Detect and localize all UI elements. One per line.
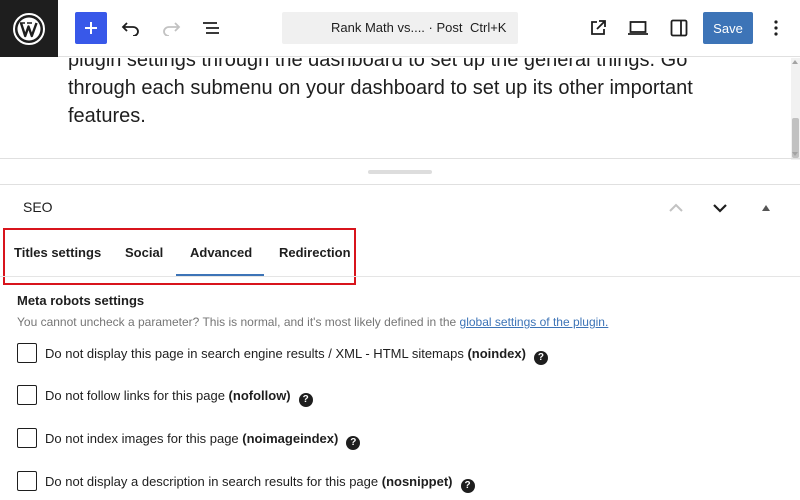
option-text: Do not display a description in search r… xyxy=(45,474,382,489)
divider xyxy=(0,158,800,159)
meta-box-resize-handle[interactable] xyxy=(368,170,432,174)
divider xyxy=(0,276,800,277)
view-post-button[interactable] xyxy=(585,12,611,44)
editor-toolbar: Rank Math vs.... · Post Ctrl+K Save xyxy=(0,0,800,57)
editor-scrollbar[interactable] xyxy=(791,58,800,160)
help-icon[interactable]: ? xyxy=(533,351,548,365)
plus-icon xyxy=(85,22,97,34)
list-view-icon xyxy=(203,22,219,34)
paragraph-block[interactable]: plugin settings through the dashboard to… xyxy=(68,58,728,130)
meta-robots-description: You cannot uncheck a parameter? This is … xyxy=(17,315,608,329)
undo-icon xyxy=(121,22,139,36)
tab-redirection[interactable]: Redirection xyxy=(279,245,351,260)
save-button[interactable]: Save xyxy=(703,12,753,44)
global-settings-link[interactable]: global settings of the plugin. xyxy=(460,315,609,329)
noindex-checkbox[interactable] xyxy=(17,343,37,363)
option-key: (noindex) xyxy=(467,346,526,361)
help-icon[interactable]: ? xyxy=(460,479,475,493)
seo-panel-title[interactable]: SEO xyxy=(23,199,53,215)
caret-up-icon xyxy=(762,205,770,211)
command-palette-bar[interactable]: Rank Math vs.... · Post Ctrl+K xyxy=(282,12,518,44)
meta-robots-heading: Meta robots settings xyxy=(17,293,145,308)
nofollow-checkbox[interactable] xyxy=(17,385,37,405)
preview-button[interactable] xyxy=(625,12,651,44)
document-overview-button[interactable] xyxy=(195,12,227,44)
sidebar-icon xyxy=(670,19,688,37)
tab-advanced[interactable]: Advanced xyxy=(190,245,252,260)
editor-canvas[interactable]: plugin settings through the dashboard to… xyxy=(0,58,790,158)
option-key: (noimageindex) xyxy=(242,431,339,446)
redo-button[interactable] xyxy=(155,12,187,44)
option-text: Do not index images for this page xyxy=(45,431,243,446)
option-key: (nofollow) xyxy=(228,388,291,403)
description-text: You cannot uncheck a parameter? This is … xyxy=(17,315,460,329)
option-text: Do not follow links for this page xyxy=(45,388,229,403)
more-vertical-icon xyxy=(774,20,778,36)
toggle-panel-button[interactable] xyxy=(754,196,778,220)
option-label: Do not display a description in search r… xyxy=(45,474,475,493)
external-link-icon xyxy=(591,20,606,35)
chevron-down-icon xyxy=(713,204,727,213)
chevron-up-icon xyxy=(669,203,683,212)
wordpress-logo-icon[interactable] xyxy=(0,0,58,57)
undo-button[interactable] xyxy=(115,12,147,44)
move-down-button[interactable] xyxy=(708,196,732,220)
move-up-button[interactable] xyxy=(664,196,688,220)
noimageindex-checkbox[interactable] xyxy=(17,428,37,448)
nosnippet-checkbox[interactable] xyxy=(17,471,37,491)
option-label: Do not index images for this page (noima… xyxy=(45,431,361,450)
divider xyxy=(0,184,800,185)
tab-social[interactable]: Social xyxy=(125,245,163,260)
settings-sidebar-button[interactable] xyxy=(665,12,693,44)
scroll-up-arrow-icon[interactable] xyxy=(792,60,798,64)
tab-titles-settings[interactable]: Titles settings xyxy=(14,245,101,260)
help-icon[interactable]: ? xyxy=(346,436,361,450)
redo-icon xyxy=(163,22,181,36)
option-label: Do not follow links for this page (nofol… xyxy=(45,388,313,407)
help-icon[interactable]: ? xyxy=(298,393,313,407)
document-title: Rank Math vs.... · Post xyxy=(331,20,463,35)
option-text: Do not display this page in search engin… xyxy=(45,346,468,361)
option-label: Do not display this page in search engin… xyxy=(45,346,548,365)
desktop-icon xyxy=(628,21,648,35)
options-menu-button[interactable] xyxy=(764,12,788,44)
keyboard-shortcut: Ctrl+K xyxy=(470,20,507,35)
scroll-down-arrow-icon[interactable] xyxy=(792,152,798,156)
add-block-button[interactable] xyxy=(75,12,107,44)
option-key: (nosnippet) xyxy=(381,474,453,489)
